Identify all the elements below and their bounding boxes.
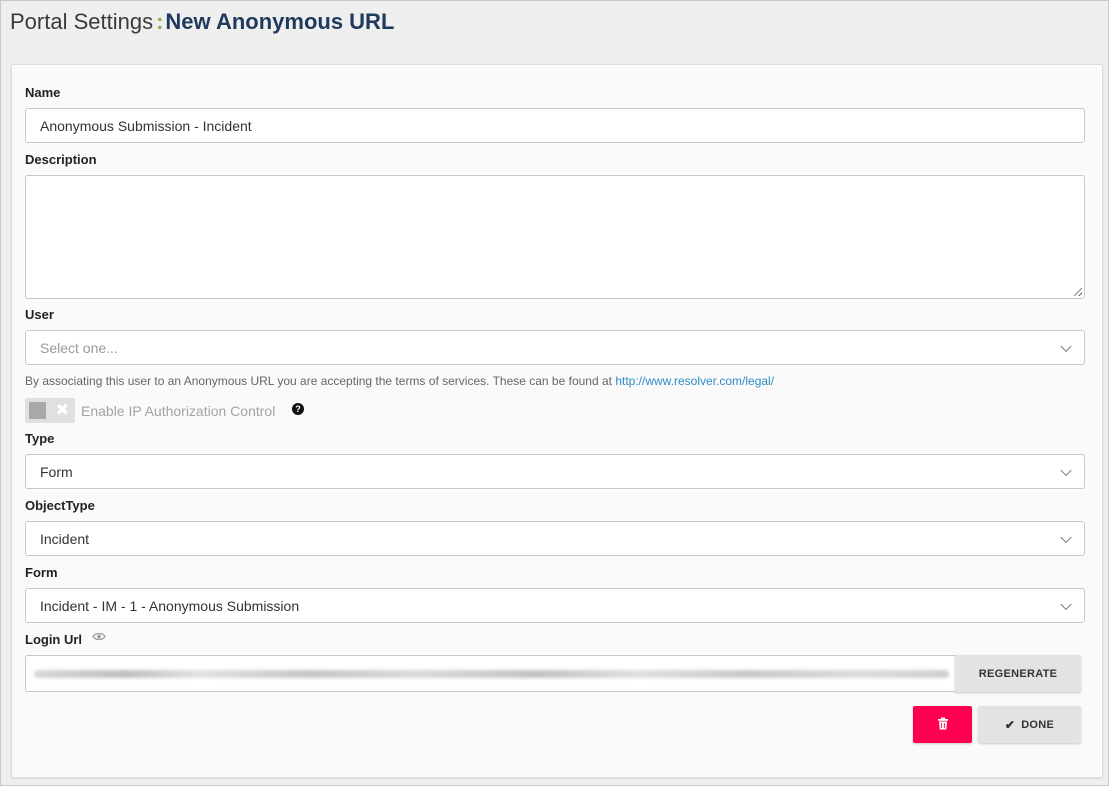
- name-input-value: Anonymous Submission - Incident: [40, 117, 252, 134]
- form-select[interactable]: Incident - IM - 1 - Anonymous Submission: [25, 588, 1085, 623]
- objecttype-select-value: Incident: [40, 530, 90, 547]
- user-label: User: [25, 307, 54, 322]
- chevron-down-icon: [1060, 598, 1072, 610]
- page-title: Portal Settings:New Anonymous URL: [10, 8, 394, 36]
- objecttype-select[interactable]: Incident: [25, 521, 1085, 556]
- ip-auth-toggle[interactable]: ✖: [25, 398, 75, 423]
- title-main: New Anonymous URL: [165, 9, 395, 34]
- type-select-value: Form: [40, 463, 73, 480]
- done-button[interactable]: ✔ DONE: [978, 706, 1081, 743]
- user-select-placeholder: Select one...: [40, 339, 118, 356]
- terms-link[interactable]: http://www.resolver.com/legal/: [615, 374, 774, 388]
- close-icon: ✖: [55, 402, 69, 419]
- eye-icon[interactable]: [92, 632, 106, 641]
- form-label: Form: [25, 565, 58, 580]
- chevron-down-icon: [1060, 340, 1072, 352]
- obscured-url: [34, 670, 949, 678]
- regenerate-button[interactable]: REGENERATE: [955, 655, 1081, 692]
- name-label: Name: [25, 85, 61, 100]
- title-separator: :: [156, 9, 164, 34]
- login-url-input[interactable]: [25, 655, 955, 692]
- description-label: Description: [25, 152, 97, 167]
- done-label: DONE: [1021, 718, 1055, 731]
- name-input[interactable]: Anonymous Submission - Incident: [25, 108, 1085, 143]
- form-select-value: Incident - IM - 1 - Anonymous Submission: [40, 597, 300, 614]
- helper-text: By associating this user to an Anonymous…: [25, 374, 616, 388]
- ip-auth-label: Enable IP Authorization Control: [81, 403, 276, 419]
- check-icon: ✔: [1004, 717, 1016, 732]
- objecttype-label: ObjectType: [25, 498, 95, 513]
- question-circle-icon[interactable]: ?: [292, 403, 304, 415]
- chevron-down-icon: [1060, 464, 1072, 476]
- user-helper-text: By associating this user to an Anonymous…: [25, 374, 774, 388]
- title-prefix: Portal Settings: [10, 9, 154, 34]
- resize-grip-icon[interactable]: [1074, 288, 1082, 296]
- description-textarea[interactable]: [25, 175, 1085, 299]
- settings-card: Name Anonymous Submission - Incident Des…: [11, 64, 1103, 778]
- trash-icon: [937, 717, 948, 729]
- toggle-knob: [29, 402, 46, 419]
- chevron-down-icon: [1060, 531, 1072, 543]
- delete-button[interactable]: [913, 706, 972, 743]
- login-url-label: Login Url: [25, 632, 83, 647]
- type-select[interactable]: Form: [25, 454, 1085, 489]
- user-select[interactable]: Select one...: [25, 330, 1085, 365]
- type-label: Type: [25, 431, 55, 446]
